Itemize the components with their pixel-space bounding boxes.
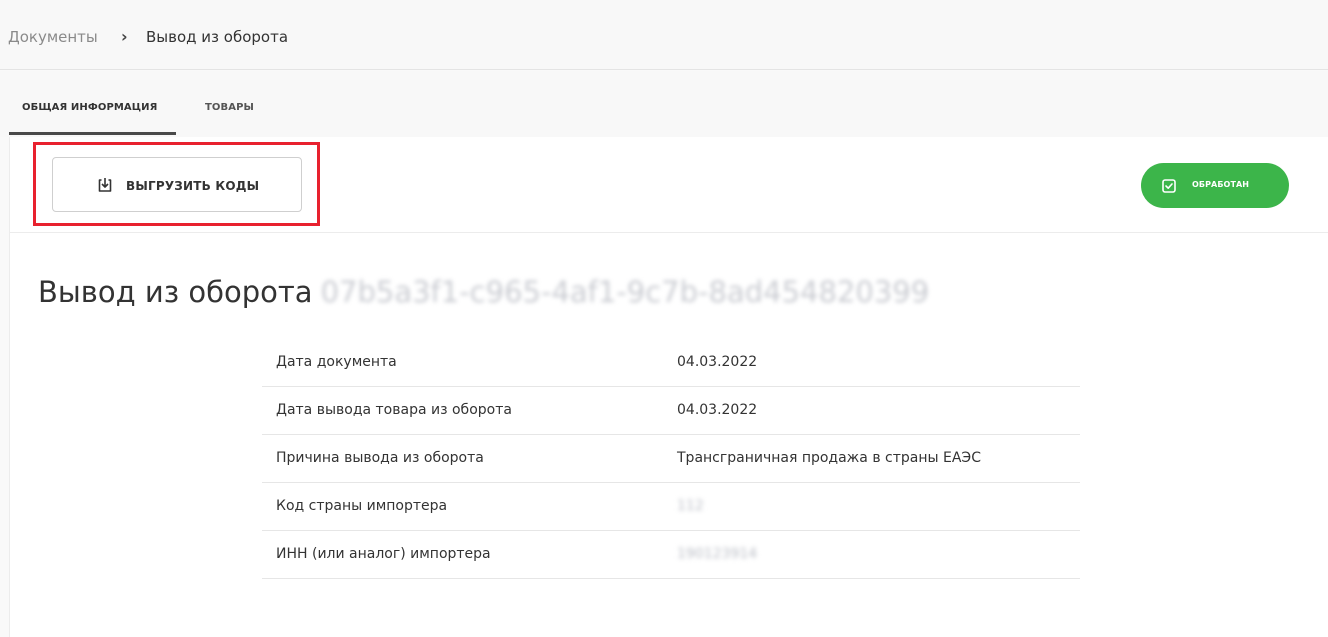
breadcrumb: Документы › Вывод из оборота [0,0,1328,70]
active-tab-indicator [9,132,176,135]
toolbar: ВЫГРУЗИТЬ КОДЫ ОБРАБОТАН [10,137,1328,233]
document-id-blurred: 07b5a3f1-c965-4af1-9c7b-8ad454820399 [320,275,930,309]
breadcrumb-documents-link[interactable]: Документы [8,28,98,46]
detail-key: Код страны импортера [276,498,448,514]
detail-key: ИНН (или аналог) импортера [276,546,491,562]
download-icon [97,177,113,193]
detail-value: 04.03.2022 [677,402,758,418]
status-badge: ОБРАБОТАН [1141,163,1289,208]
tab-goods[interactable]: ТОВАРЫ [205,102,254,113]
check-square-icon [1162,178,1176,193]
detail-value: 04.03.2022 [677,354,758,370]
detail-value: Трансграничная продажа в страны ЕАЭС [677,450,981,466]
detail-row-document-date: Дата документа 04.03.2022 [262,339,1080,387]
breadcrumb-chevron-icon: › [121,27,128,46]
page-title: Вывод из оборота 07b5a3f1-c965-4af1-9c7b-… [38,275,929,309]
detail-row-withdrawal-date: Дата вывода товара из оборота 04.03.2022 [262,387,1080,435]
detail-row-withdrawal-reason: Причина вывода из оборота Трансграничная… [262,435,1080,483]
tab-bar: ОБЩАЯ ИНФОРМАЦИЯ ТОВАРЫ [0,71,1328,137]
details-table: Дата документа 04.03.2022 Дата вывода то… [262,339,1080,579]
breadcrumb-current: Вывод из оборота [146,28,289,46]
detail-key: Дата вывода товара из оборота [276,402,512,418]
detail-key: Дата документа [276,354,397,370]
detail-row-importer-country-code: Код страны импортера 112 [262,483,1080,531]
detail-value-blurred: 190123914 [677,546,758,562]
download-codes-label: ВЫГРУЗИТЬ КОДЫ [126,179,260,193]
page-title-text: Вывод из оборота [38,275,313,309]
status-label: ОБРАБОТАН [1192,180,1250,189]
tab-general-info[interactable]: ОБЩАЯ ИНФОРМАЦИЯ [22,102,157,113]
page: Документы › Вывод из оборота ОБЩАЯ ИНФОР… [0,0,1328,637]
detail-row-importer-inn: ИНН (или аналог) импортера 190123914 [262,531,1080,579]
detail-key: Причина вывода из оборота [276,450,484,466]
download-codes-button[interactable]: ВЫГРУЗИТЬ КОДЫ [52,157,302,212]
content-card: ВЫГРУЗИТЬ КОДЫ ОБРАБОТАН Вывод из оборот… [9,137,1328,637]
detail-value-blurred: 112 [677,498,704,514]
